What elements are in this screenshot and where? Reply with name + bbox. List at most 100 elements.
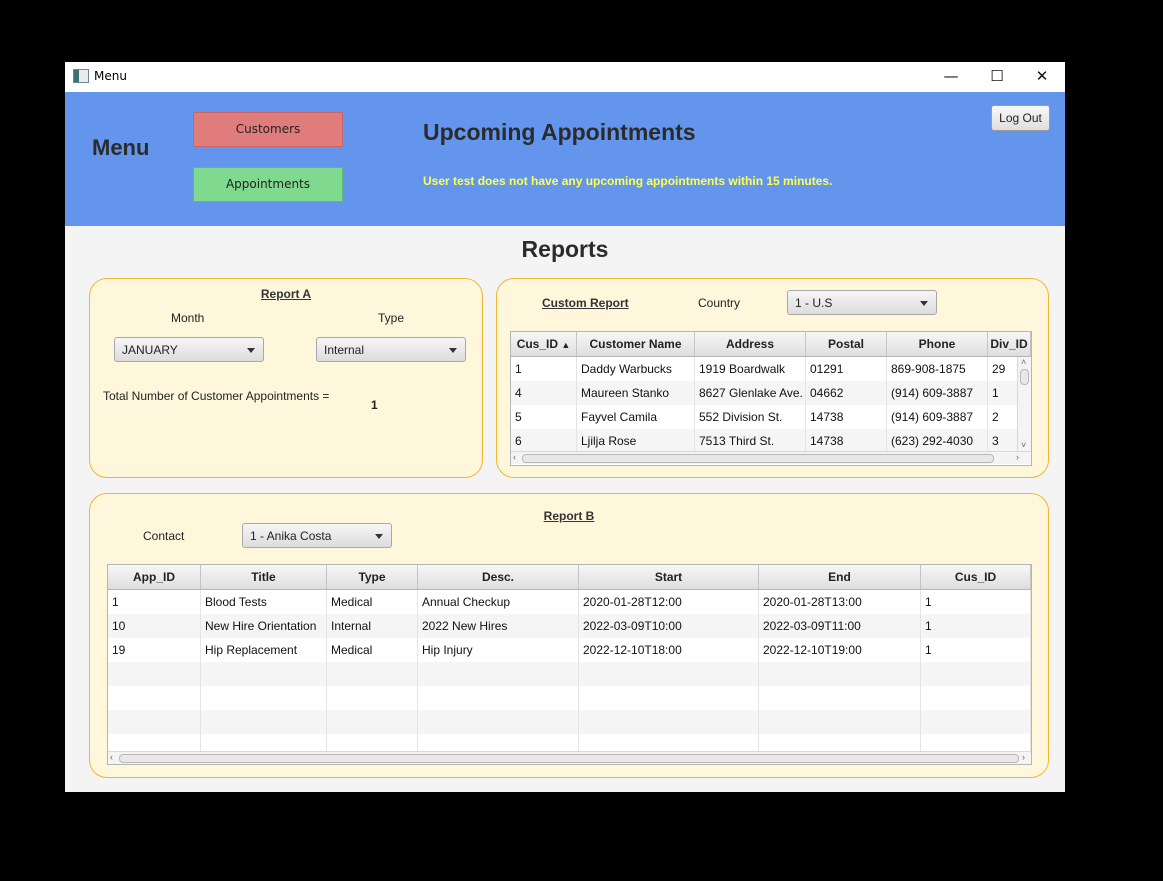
customer-table-row[interactable]: 5 Fayvel Camila 552 Division St. 14738 (914)… (511, 405, 1031, 429)
appointment-table-hscroll[interactable]: ‹ › (108, 751, 1031, 764)
customer-table-row[interactable]: 4 Maureen Stanko 8627 Glenlake Ave. 04662 (9… (511, 381, 1031, 405)
appointment-table-row[interactable]: 1 Blood Tests Medical Annual Checkup 2020-01… (108, 590, 1031, 614)
table-cell (327, 710, 418, 734)
column-header-app-id[interactable]: App_ID (108, 565, 201, 589)
scroll-right-icon[interactable]: › (1016, 453, 1019, 462)
table-cell: Blood Tests (201, 590, 327, 614)
hscroll-thumb[interactable] (522, 454, 994, 463)
customer-table-header: Cus_ID ▲ Customer Name Address Postal Ph… (511, 332, 1031, 357)
title-bar: Menu — ☐ ✕ (65, 62, 1065, 92)
month-select[interactable]: JANUARY (114, 337, 264, 362)
column-header-div-id[interactable]: Div_ID (988, 332, 1031, 356)
country-select-value: 1 - U.S (795, 296, 833, 310)
column-header-title[interactable]: Title (201, 565, 327, 589)
table-cell: 01291 (806, 357, 887, 381)
menu-title: Menu (92, 135, 150, 160)
column-header-customer-name[interactable]: Customer Name (577, 332, 695, 356)
table-cell (759, 710, 921, 734)
maximize-icon[interactable]: ☐ (974, 62, 1020, 92)
table-cell: 2022-12-10T19:00 (759, 638, 921, 662)
sort-ascending-icon: ▲ (561, 340, 571, 350)
table-cell (108, 710, 201, 734)
header-banner: Menu Customers Appointments Upcoming App… (65, 92, 1065, 226)
table-cell: 869-908-1875 (887, 357, 988, 381)
table-cell (921, 662, 1031, 686)
appointment-table-body: 1 Blood Tests Medical Annual Checkup 2020-01… (108, 590, 1031, 758)
column-header-cus-id[interactable]: Cus_ID ▲ (511, 332, 577, 356)
app-icon (73, 69, 89, 83)
scroll-left-icon[interactable]: ‹ (110, 753, 113, 762)
customer-table[interactable]: Cus_ID ▲ Customer Name Address Postal Ph… (510, 331, 1032, 466)
table-cell: (914) 609-3887 (887, 381, 988, 405)
customer-table-body: 1 Daddy Warbucks 1919 Boardwalk 01291 869-90… (511, 357, 1031, 453)
country-select[interactable]: 1 - U.S (787, 290, 937, 315)
table-cell: Annual Checkup (418, 590, 579, 614)
table-cell (759, 662, 921, 686)
close-icon[interactable]: ✕ (1019, 62, 1065, 92)
customer-table-vscroll[interactable]: ˄ ˅ (1017, 357, 1031, 451)
table-cell: 4 (511, 381, 577, 405)
appointment-table-row[interactable]: 10 New Hire Orientation Internal 2022 New H… (108, 614, 1031, 638)
table-cell: Hip Replacement (201, 638, 327, 662)
table-cell: Medical (327, 638, 418, 662)
custom-report-panel: Custom Report Country 1 - U.S Cus_ID ▲ C… (496, 278, 1049, 478)
contact-select-value: 1 - Anika Costa (250, 529, 332, 543)
table-cell: 14738 (806, 429, 887, 453)
table-cell: Internal (327, 614, 418, 638)
column-header-desc[interactable]: Desc. (418, 565, 579, 589)
window-title: Menu (94, 69, 127, 83)
customer-table-hscroll[interactable]: ‹ › (511, 451, 1031, 464)
type-select[interactable]: Internal (316, 337, 466, 362)
appointments-button[interactable]: Appointments (193, 167, 343, 202)
table-cell (201, 662, 327, 686)
table-cell: 6 (511, 429, 577, 453)
table-cell: (623) 292-4030 (887, 429, 988, 453)
customer-table-row[interactable]: 1 Daddy Warbucks 1919 Boardwalk 01291 869-90… (511, 357, 1031, 381)
table-cell: 7513 Third St. (695, 429, 806, 453)
table-cell (327, 686, 418, 710)
scroll-up-icon[interactable]: ˄ (1021, 358, 1026, 367)
table-cell: 2020-01-28T13:00 (759, 590, 921, 614)
table-cell (921, 686, 1031, 710)
appointment-table-row[interactable]: 19 Hip Replacement Medical Hip Injury 2022-1… (108, 638, 1031, 662)
table-cell (579, 710, 759, 734)
table-cell: 04662 (806, 381, 887, 405)
column-header-start[interactable]: Start (579, 565, 759, 589)
column-header-address[interactable]: Address (695, 332, 806, 356)
hscroll-thumb[interactable] (119, 754, 1019, 763)
column-header-phone[interactable]: Phone (887, 332, 988, 356)
contact-label: Contact (143, 529, 185, 543)
minimize-icon[interactable]: — (928, 62, 974, 92)
appointment-table-header: App_ID Title Type Desc. Start End Cus_ID (108, 565, 1031, 590)
appointment-table[interactable]: App_ID Title Type Desc. Start End Cus_ID… (107, 564, 1032, 765)
report-b-panel: Report B Contact 1 - Anika Costa App_ID … (89, 493, 1049, 778)
scroll-left-icon[interactable]: ‹ (513, 453, 516, 462)
type-select-value: Internal (324, 343, 365, 357)
empty-table-row (108, 686, 1031, 710)
column-header-cus-id[interactable]: Cus_ID (921, 565, 1031, 589)
scroll-down-icon[interactable]: ˅ (1021, 441, 1026, 450)
column-header-end[interactable]: End (759, 565, 921, 589)
month-select-value: JANUARY (122, 343, 178, 357)
table-cell: 2022-12-10T18:00 (579, 638, 759, 662)
contact-select[interactable]: 1 - Anika Costa (242, 523, 392, 548)
column-header-type[interactable]: Type (327, 565, 418, 589)
logout-button[interactable]: Log Out (991, 105, 1050, 131)
type-label: Type (378, 311, 405, 325)
table-cell (759, 686, 921, 710)
table-cell (921, 710, 1031, 734)
column-header-postal[interactable]: Postal (806, 332, 887, 356)
table-cell: Fayvel Camila (577, 405, 695, 429)
table-cell (108, 686, 201, 710)
vscroll-thumb[interactable] (1020, 369, 1029, 385)
customers-button[interactable]: Customers (193, 112, 343, 147)
total-appointments-label: Total Number of Customer Appointments = (103, 389, 330, 403)
scroll-right-icon[interactable]: › (1022, 753, 1025, 762)
table-cell: 2020-01-28T12:00 (579, 590, 759, 614)
table-cell: Daddy Warbucks (577, 357, 695, 381)
table-cell (327, 662, 418, 686)
month-label: Month (171, 311, 205, 325)
table-cell: 5 (511, 405, 577, 429)
customer-table-row[interactable]: 6 Ljilja Rose 7513 Third St. 14738 (623) 292… (511, 429, 1031, 453)
chevron-down-icon (247, 348, 255, 353)
